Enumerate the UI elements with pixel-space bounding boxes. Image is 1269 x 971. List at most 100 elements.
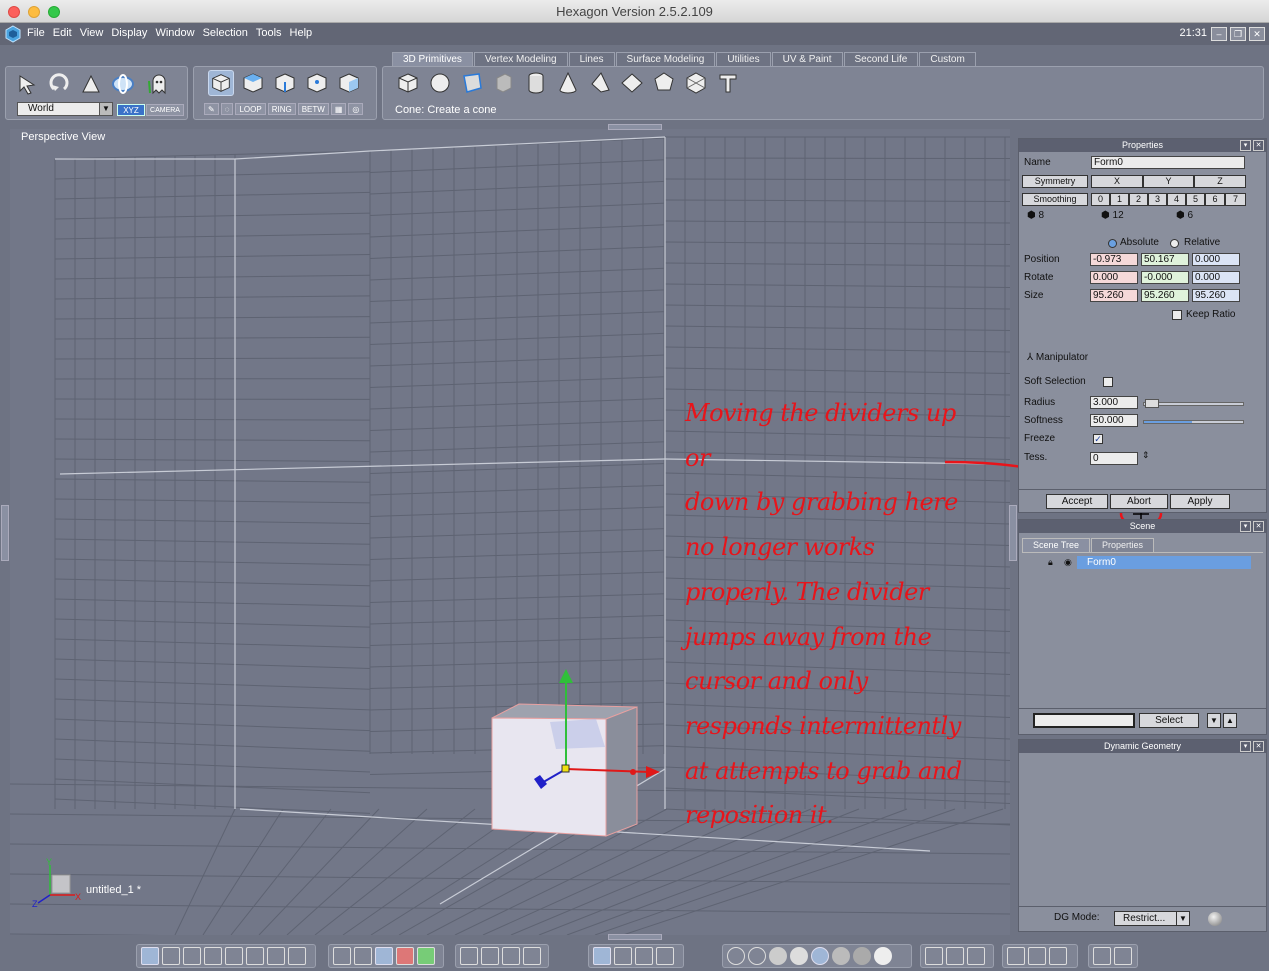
smoothing-button[interactable]: Smoothing: [1022, 193, 1088, 206]
gizmo-move-icon[interactable]: [614, 947, 632, 965]
zoom-icon[interactable]: [502, 947, 520, 965]
smoothing-6[interactable]: 6: [1205, 193, 1225, 206]
tab-custom[interactable]: Custom: [919, 52, 976, 66]
between-button[interactable]: BETW: [297, 103, 329, 115]
frame-all-icon[interactable]: [460, 947, 478, 965]
ring-button[interactable]: RING: [267, 103, 296, 115]
layout-top-split-icon[interactable]: [183, 947, 201, 965]
smoothing-1[interactable]: 1: [1110, 193, 1129, 206]
snapshot-camera-icon[interactable]: [1114, 947, 1132, 965]
eye-icon[interactable]: ◉: [1064, 557, 1072, 568]
tab-scene-properties[interactable]: Properties: [1091, 538, 1155, 552]
menu-help[interactable]: Help: [290, 27, 313, 39]
paint-select-icon[interactable]: ◎: [348, 103, 364, 115]
tab-utilities[interactable]: Utilities: [716, 52, 771, 66]
rotate-z-field[interactable]: 0.000: [1192, 271, 1240, 284]
tab-uv-paint[interactable]: UV & Paint: [771, 52, 843, 66]
scene-header[interactable]: Scene ▾ ✕: [1019, 520, 1266, 533]
left-panel-handle[interactable]: [1, 505, 9, 561]
camera-toggle[interactable]: CAMERA: [146, 104, 184, 116]
perspective-viewport[interactable]: Y X Z Perspective View untitled_1 * Movi…: [10, 129, 1010, 935]
plane-primitive-icon[interactable]: [459, 70, 485, 96]
view-plane-icon[interactable]: [1028, 947, 1046, 965]
wireframe-sphere-icon[interactable]: [727, 947, 745, 965]
apply-button[interactable]: Apply: [1170, 494, 1230, 509]
grid-green-icon[interactable]: [417, 947, 435, 965]
layout-quad-icon[interactable]: [162, 947, 180, 965]
grid-select-icon[interactable]: ▦: [330, 103, 347, 115]
restore-icon[interactable]: ❐: [1230, 27, 1246, 41]
select-button[interactable]: Select: [1139, 713, 1199, 728]
smooth-wire-sphere-icon[interactable]: [811, 947, 829, 965]
menu-tools[interactable]: Tools: [256, 27, 282, 39]
keep-ratio-checkbox[interactable]: [1172, 310, 1182, 320]
move-down-icon[interactable]: ▼: [1207, 713, 1221, 728]
smoothing-2[interactable]: 2: [1129, 193, 1148, 206]
layout-single-icon[interactable]: [141, 947, 159, 965]
box-grid-primitive-icon[interactable]: [491, 70, 517, 96]
smoothing-7[interactable]: 7: [1225, 193, 1246, 206]
collapse-icon[interactable]: ▾: [1240, 521, 1251, 532]
grid-red-icon[interactable]: [396, 947, 414, 965]
tab-lines[interactable]: Lines: [568, 52, 615, 66]
menu-view[interactable]: View: [80, 27, 104, 39]
render-preview-icon[interactable]: [925, 947, 943, 965]
layout-horizontal-icon[interactable]: [267, 947, 285, 965]
sphere-primitive-icon[interactable]: [427, 70, 453, 96]
rotate-tool-icon[interactable]: [46, 71, 72, 97]
gizmo-drop-icon[interactable]: [656, 947, 674, 965]
soft-selection-checkbox[interactable]: [1103, 377, 1113, 387]
rotate-y-field[interactable]: -0.000: [1141, 271, 1189, 284]
rotate-x-field[interactable]: 0.000: [1090, 271, 1138, 284]
select-auto-cube-icon[interactable]: [336, 70, 362, 96]
flat-sphere-icon[interactable]: [769, 947, 787, 965]
smoothing-3[interactable]: 3: [1148, 193, 1167, 206]
coordinate-space-select[interactable]: World ▼: [17, 102, 113, 116]
position-x-field[interactable]: -0.973: [1090, 253, 1138, 266]
close-icon[interactable]: ✕: [1253, 140, 1264, 151]
lock-icon[interactable]: 🔒︎: [1048, 557, 1053, 568]
cone-primitive-icon[interactable]: [555, 70, 581, 96]
lasso-icon[interactable]: ◌: [220, 103, 234, 115]
layout-left-split-icon[interactable]: [225, 947, 243, 965]
abort-button[interactable]: Abort: [1110, 494, 1168, 509]
cube-primitive-icon[interactable]: [395, 70, 421, 96]
minimize-icon[interactable]: –: [1211, 27, 1227, 41]
freeze-checkbox[interactable]: ✓: [1093, 434, 1103, 444]
size-y-field[interactable]: 95.260: [1141, 289, 1189, 302]
close-icon[interactable]: ✕: [1253, 521, 1264, 532]
xyz-toggle[interactable]: XYZ: [117, 104, 145, 116]
tab-vertex-modeling[interactable]: Vertex Modeling: [473, 52, 568, 66]
dynamic-geometry-header[interactable]: Dynamic Geometry ▾ ✕: [1019, 740, 1266, 753]
gizmo-rotate-icon[interactable]: [635, 947, 653, 965]
layout-bottom-split-icon[interactable]: [204, 947, 222, 965]
symmetry-y[interactable]: Y: [1143, 175, 1194, 188]
menu-file[interactable]: File: [27, 27, 45, 39]
dg-sphere-icon[interactable]: [1208, 912, 1222, 926]
tab-3d-primitives[interactable]: 3D Primitives: [392, 52, 473, 66]
absolute-radio[interactable]: [1108, 239, 1117, 248]
lit-sphere-icon[interactable]: [874, 947, 892, 965]
pyramid-primitive-icon[interactable]: [587, 70, 613, 96]
eye-view-icon[interactable]: [523, 947, 541, 965]
scale-tool-icon[interactable]: [78, 71, 104, 97]
pen-select-icon[interactable]: ✎: [204, 103, 219, 115]
select-vertex-cube-icon[interactable]: [304, 70, 330, 96]
smoothing-4[interactable]: 4: [1167, 193, 1186, 206]
icosahedron-primitive-icon[interactable]: [683, 70, 709, 96]
loop-button[interactable]: LOOP: [235, 103, 266, 115]
gizmo-axis-icon[interactable]: [593, 947, 611, 965]
collapse-icon[interactable]: ▾: [1240, 140, 1251, 151]
radius-slider-thumb[interactable]: [1145, 399, 1159, 408]
select-object-cube-icon[interactable]: [208, 70, 234, 96]
smoothing-5[interactable]: 5: [1186, 193, 1205, 206]
chevron-down-icon[interactable]: ▼: [1176, 911, 1190, 926]
xray-sphere-icon[interactable]: [853, 947, 871, 965]
position-z-field[interactable]: 0.000: [1192, 253, 1240, 266]
select-edge-cube-icon[interactable]: [272, 70, 298, 96]
octahedron-primitive-icon[interactable]: [619, 70, 645, 96]
radius-field[interactable]: 3.000: [1090, 396, 1138, 409]
top-panel-handle[interactable]: [608, 124, 662, 130]
move-up-icon[interactable]: ▲: [1223, 713, 1237, 728]
universal-manipulator-icon[interactable]: [110, 71, 136, 97]
